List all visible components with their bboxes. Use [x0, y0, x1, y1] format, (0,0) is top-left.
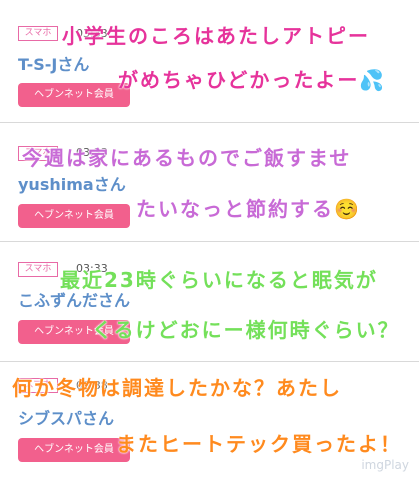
handwriting-line: 小学生のころはあたしアトピー [62, 24, 370, 48]
smile-emoji-icon: ☺️ [334, 197, 361, 221]
sweat-drops-icon: 💦 [359, 68, 387, 92]
handwriting-line: 最近23時ぐらいになると眠気が [60, 268, 378, 292]
device-tag: スマホ [18, 26, 58, 41]
list-item[interactable]: スマホ 03:33 こふずんださん ヘブンネット会員 [0, 242, 419, 362]
handwriting-text: たいなっと節約する [136, 197, 334, 221]
handwriting-line: たいなっと節約する☺️ [136, 193, 361, 222]
member-badge[interactable]: ヘブンネット会員 [18, 438, 130, 462]
user-name[interactable]: yushimaさん [18, 171, 126, 195]
list-item[interactable]: スマホ 03:33 T-S-Jさん ヘブンネット会員 [0, 0, 419, 123]
handwriting-line: がめちゃひどかったよー💦 [118, 64, 386, 93]
user-name[interactable]: T-S-Jさん [18, 51, 89, 75]
handwriting-line: またヒートテック買ったよ！ [116, 432, 402, 456]
list-item[interactable]: スマホ 03:33 yushimaさん ヘブンネット会員 [0, 123, 419, 242]
member-badge[interactable]: ヘブンネット会員 [18, 204, 130, 228]
member-badge[interactable]: ヘブンネット会員 [18, 83, 130, 107]
watermark-logo: imgPlay [361, 458, 409, 472]
device-tag: スマホ [18, 262, 58, 277]
handwriting-line: くるけどおにー様何時ぐらい？ [92, 318, 400, 342]
handwriting-text: がめちゃひどかったよー [118, 68, 360, 92]
handwriting-line: 何か冬物は調達したかな？あたし [12, 376, 342, 400]
handwriting-line: 今週は家にあるものでご飯すませ [22, 146, 352, 170]
user-name[interactable]: シブスパさん [18, 405, 114, 429]
